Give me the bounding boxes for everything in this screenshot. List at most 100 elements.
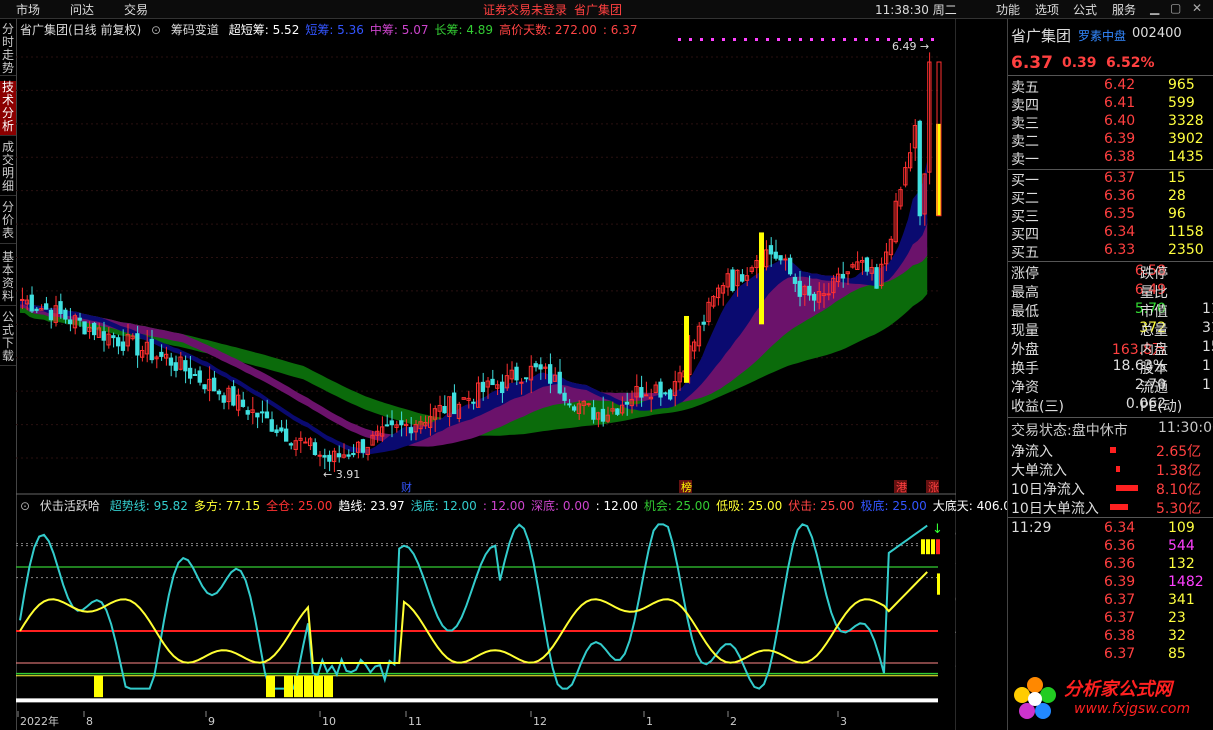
stat-row: 现量372总量31 (1008, 320, 1213, 339)
candle-body (490, 378, 495, 386)
sub-indicator-value-0: 超势线: 95.82 (109, 499, 188, 513)
date-label: 9 (208, 715, 215, 728)
menu-trade[interactable]: 交易 (124, 1, 148, 18)
tick-row-cell-1: 6.37 (1104, 592, 1136, 608)
candle-body (284, 428, 289, 442)
restore-icon[interactable]: ▢ (1170, 1, 1181, 15)
candle-body (312, 442, 318, 455)
sub-indicator-value-8: 机会: 25.00 (643, 499, 711, 513)
tick-row-cell-2: 109 (1168, 520, 1195, 536)
candle-body (274, 429, 279, 433)
bid-row-5-cell-1: 6.33 (1104, 242, 1136, 258)
event-tag[interactable]: 港 (896, 481, 907, 494)
ask-row-2-cell-2: 599 (1168, 95, 1195, 111)
event-tag[interactable]: 榜 (681, 480, 692, 494)
candle-body (197, 370, 202, 383)
close-icon[interactable]: ✕ (1192, 1, 1202, 15)
sub-axis-label: 30.00 (955, 657, 956, 670)
candle-body (159, 351, 164, 357)
candle-body (168, 357, 174, 366)
tick-row: 6.37 85 (1008, 646, 1213, 664)
tab-intraday[interactable]: 分时走势 (0, 23, 16, 76)
watermark-url: www.fxjgsw.com (1074, 701, 1191, 717)
quote-stock-name: 省广集团 (1011, 27, 1072, 45)
candle-body (111, 335, 116, 339)
signal-candle (684, 315, 689, 383)
candle-body (346, 454, 351, 457)
menu-function[interactable]: 功能 (996, 1, 1020, 18)
flow-label: 净流入 (1011, 444, 1053, 460)
sub-indicator-name[interactable]: 伏击活跃哈 (40, 499, 100, 513)
candle-body (826, 293, 831, 296)
minimize-icon[interactable]: ▁ (1150, 1, 1159, 15)
signal-bar (926, 539, 930, 555)
candle-body (701, 321, 706, 325)
candle-body (538, 364, 543, 370)
stat-cell: 净资 (1011, 380, 1039, 396)
sub-indicator-gear-icon[interactable]: ⊙ (20, 499, 30, 513)
top-marker (854, 38, 857, 41)
top-marker (700, 38, 703, 41)
candle-body (317, 454, 322, 457)
tick-row: 6.39 1482 (1008, 574, 1213, 592)
candle-body (524, 377, 529, 380)
signal-bar (931, 539, 935, 555)
stat-cell: 跌停 (1140, 266, 1168, 282)
tick-row-cell-1: 6.38 (1104, 628, 1136, 644)
bid-row-5-cell-0: 买五 (1011, 245, 1039, 261)
high-marker: 6.49 → (892, 40, 929, 53)
candle-body (778, 255, 783, 261)
tick-row: 6.37 23 (1008, 610, 1213, 628)
date-label: 12 (533, 715, 547, 728)
bid-row-4-cell-0: 买四 (1011, 227, 1039, 243)
candle-body (58, 301, 63, 315)
menu-wenda[interactable]: 问达 (70, 1, 94, 18)
candle-body (874, 267, 879, 289)
candle-body (533, 363, 538, 368)
tab-price-table[interactable]: 分价表 (0, 201, 16, 244)
candle-body (740, 274, 745, 282)
top-marker (887, 38, 890, 41)
menu-market[interactable]: 市场 (16, 1, 40, 18)
event-tag[interactable]: 涨 (928, 481, 939, 494)
tab-fundamentals[interactable]: 基本资料 (0, 251, 16, 306)
candle-body (269, 419, 274, 432)
menu-service[interactable]: 服务 (1112, 1, 1136, 18)
top-marker (799, 38, 802, 41)
candle-body (812, 293, 817, 301)
ask-row-2-cell-0: 卖四 (1011, 98, 1039, 114)
menu-formula[interactable]: 公式 (1073, 1, 1097, 18)
tick-row: 6.36 544 (1008, 538, 1213, 556)
ask-row-3-cell-2: 3328 (1168, 113, 1204, 129)
sub-indicator-value-6: 深底: 0.00 (531, 499, 590, 513)
top-marker (722, 38, 725, 41)
tab-technical[interactable]: 技术分析 (0, 81, 16, 136)
stat-row: 最高 6.49 量比 (1008, 282, 1213, 301)
low-buy-bar (284, 675, 293, 698)
menu-options[interactable]: 选项 (1035, 1, 1059, 18)
stat-cell: 11 (1202, 301, 1213, 317)
stat-row: 涨停 6.58 跌停 (1008, 263, 1213, 282)
candle-body (279, 427, 284, 432)
sub-indicator-value-11: 极底: 25.00 (860, 499, 927, 513)
tab-formula-download[interactable]: 公式下载 (0, 311, 16, 366)
chart-area[interactable]: 省广集团(日线 前复权) ⊙ 筹码变道 超短筹: 5.52 短筹: 5.36 中筹:… (16, 19, 1019, 730)
low-marker: ← 3.91 (323, 468, 360, 481)
candle-body (255, 412, 260, 418)
bid-row-5: 买五 6.33 2350 (1008, 242, 1213, 261)
tick-row: 6.37 341 (1008, 592, 1213, 610)
event-tag[interactable]: 财 (401, 480, 412, 494)
candle-body (562, 392, 567, 401)
candle-body (788, 257, 793, 275)
flow-bar (1116, 485, 1138, 491)
tab-trade-detail[interactable]: 成交明细 (0, 141, 16, 196)
tick-row-cell-1: 6.34 (1104, 520, 1136, 536)
low-buy-bar (94, 675, 103, 698)
signal-candle (759, 232, 764, 325)
ask-row-5-cell-2: 1435 (1168, 149, 1204, 165)
candle-body (149, 338, 154, 361)
top-marker (678, 38, 681, 41)
stat-cell: 收益(三) (1011, 399, 1064, 415)
bid-row-3-cell-0: 买三 (1011, 209, 1039, 225)
bid-row-4-cell-2: 1158 (1168, 224, 1204, 240)
